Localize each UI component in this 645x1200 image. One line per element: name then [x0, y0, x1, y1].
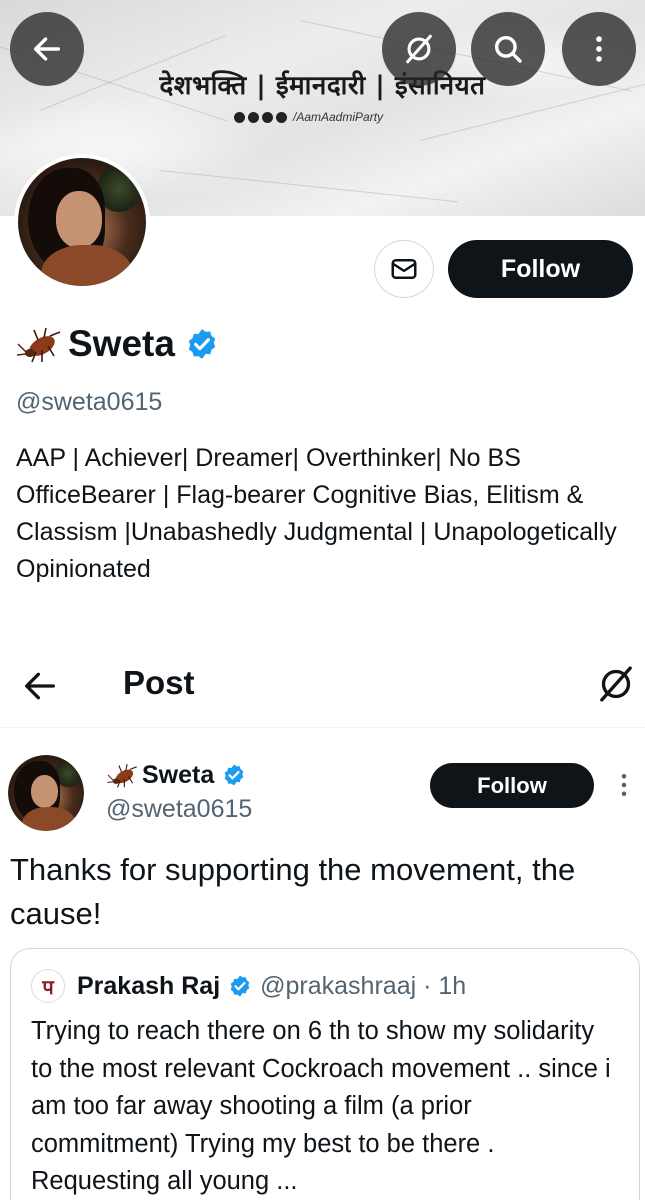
cockroach-icon	[107, 763, 137, 788]
quoted-author-handle: @prakashraaj · 1h	[260, 971, 467, 1000]
banner-title: देशभक्ति | ईमानदारी | इंसानियत	[159, 71, 486, 101]
post-follow-button[interactable]: Follow	[430, 763, 594, 808]
cockroach-icon	[16, 327, 61, 363]
verified-badge-icon	[230, 975, 250, 997]
post-text: Thanks for supporting the movement, the …	[10, 852, 576, 931]
mail-icon	[391, 259, 417, 279]
grok-icon	[406, 34, 432, 64]
verified-badge-icon	[224, 764, 244, 786]
youtube-icon	[234, 111, 245, 123]
quoted-post[interactable]: प Prakash Raj @prakashraaj · 1h Trying t…	[10, 948, 640, 1200]
post-author-name: Sweta	[142, 760, 215, 789]
more-vertical-icon[interactable]	[616, 770, 632, 800]
arrow-left-icon	[33, 37, 61, 61]
profile-avatar[interactable]	[14, 154, 150, 290]
page-title: Post	[123, 664, 195, 701]
instagram-icon	[248, 111, 259, 123]
follow-button[interactable]: Follow	[448, 240, 633, 298]
grok-icon[interactable]	[596, 662, 636, 706]
banner-social-handle: /AamAadmiParty	[293, 110, 384, 124]
profile-bio: AAP | Achiever| Dreamer| Overthinker| No…	[16, 444, 617, 583]
more-vertical-icon	[596, 36, 602, 62]
post-author-avatar[interactable]	[8, 755, 84, 831]
profile-name-row: Sweta	[16, 322, 219, 366]
back-button[interactable]	[10, 12, 84, 86]
profile-name: Sweta	[68, 323, 175, 364]
arrow-left-icon[interactable]	[20, 666, 60, 706]
profile-handle: @sweta0615	[16, 388, 163, 416]
post-author-row[interactable]: Sweta	[106, 760, 246, 790]
verified-badge-icon	[188, 329, 216, 359]
post-author-handle[interactable]: @sweta0615	[106, 795, 252, 824]
quoted-post-header: प Prakash Raj @prakashraaj · 1h	[31, 969, 466, 1003]
message-button[interactable]	[374, 240, 434, 298]
search-button[interactable]	[471, 12, 545, 86]
quoted-post-text: Trying to reach there on 6 th to show my…	[31, 1017, 611, 1195]
banner-social-row: /AamAadmiParty	[234, 110, 383, 124]
more-options-button[interactable]	[562, 12, 636, 86]
search-icon	[494, 35, 522, 63]
grok-button[interactable]	[382, 12, 456, 86]
quoted-author-avatar: प	[31, 969, 65, 1003]
twitter-icon	[262, 111, 273, 123]
quoted-author-name: Prakash Raj	[77, 971, 221, 1000]
post-header: Post	[0, 650, 645, 728]
facebook-icon	[276, 111, 287, 123]
